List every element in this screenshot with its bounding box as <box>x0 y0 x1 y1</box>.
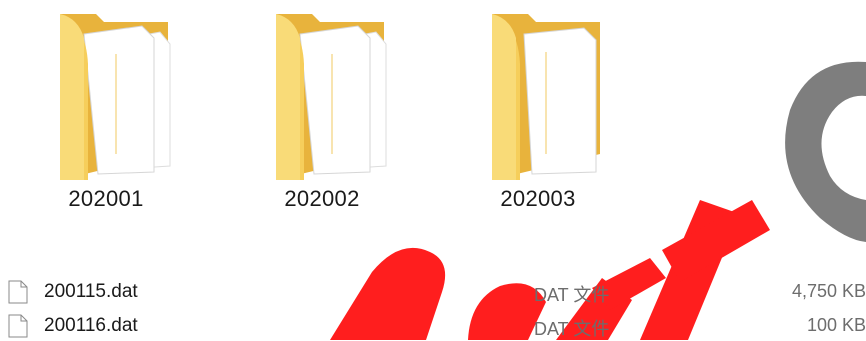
file-type: DAT 文件 <box>534 319 610 339</box>
open-folder-icon <box>276 14 387 180</box>
open-folder-icon <box>492 14 600 180</box>
folder-tile-202003[interactable]: 202003 <box>448 0 628 230</box>
file-icon <box>8 314 28 338</box>
folder-tile-202002[interactable]: 202002 <box>232 0 412 230</box>
file-name: 200116.dat <box>44 315 138 336</box>
folder-name: 202003 <box>500 186 576 211</box>
file-icon <box>8 280 28 304</box>
file-name: 200115.dat <box>44 281 138 302</box>
list-item[interactable]: 200116.dat DAT 文件 100 KB <box>0 312 866 340</box>
file-type: DAT 文件 <box>534 285 610 305</box>
list-item[interactable]: 200115.dat DAT 文件 4,750 KB <box>0 278 866 306</box>
open-folder-icon <box>60 14 171 180</box>
folder-name: 202001 <box>68 186 144 211</box>
folder-tile-202001[interactable]: 202001 <box>16 0 196 230</box>
file-size: 4,750 KB <box>791 281 866 301</box>
file-size: 100 KB <box>806 315 866 335</box>
folder-name: 202002 <box>284 186 360 211</box>
